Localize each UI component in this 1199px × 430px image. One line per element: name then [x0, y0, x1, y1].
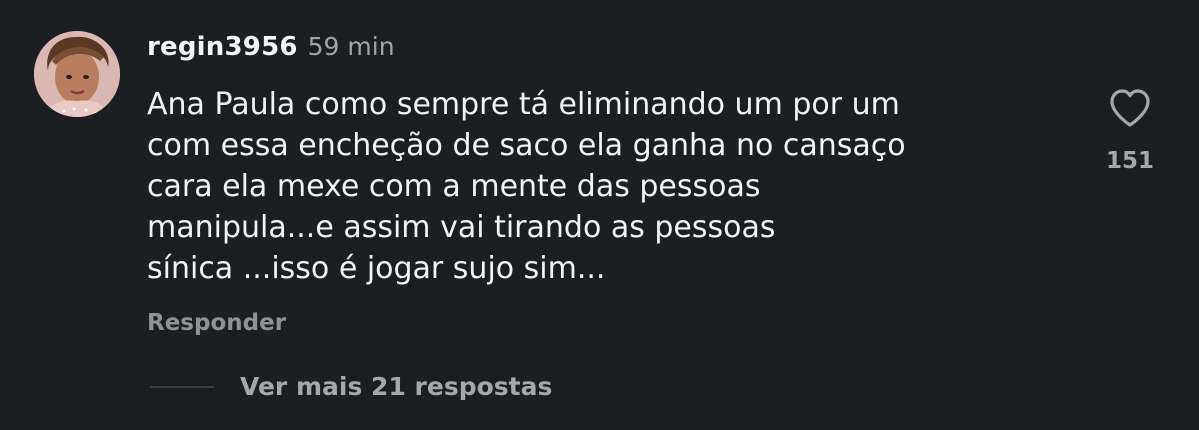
view-replies-label: Ver mais 21 respostas: [240, 372, 553, 401]
reply-button[interactable]: Responder: [147, 310, 286, 336]
comment-line: sínica ...isso é jogar sujo sim...: [147, 251, 606, 286]
view-replies-button[interactable]: Ver mais 21 respostas: [150, 372, 552, 401]
timestamp: 59 min: [307, 32, 395, 61]
comment-text: Ana Paula como sempre tá eliminando um p…: [147, 84, 1047, 289]
comment-line: com essa encheção de saco ela ganha no c…: [147, 128, 906, 163]
avatar[interactable]: [34, 31, 120, 117]
like-area: 151: [1095, 84, 1165, 174]
replies-divider-line: [150, 385, 214, 388]
comment-line: manipula...e assim vai tirando as pessoa…: [147, 210, 776, 245]
comment-header: regin3956 59 min: [147, 32, 395, 70]
comment-line: Ana Paula como sempre tá eliminando um p…: [147, 87, 900, 122]
comment-line: cara ela mexe com a mente das pessoas: [147, 169, 761, 204]
username[interactable]: regin3956: [147, 32, 298, 62]
heart-icon[interactable]: [1106, 84, 1154, 132]
like-count: 151: [1105, 148, 1154, 174]
avatar-image: [34, 31, 120, 117]
